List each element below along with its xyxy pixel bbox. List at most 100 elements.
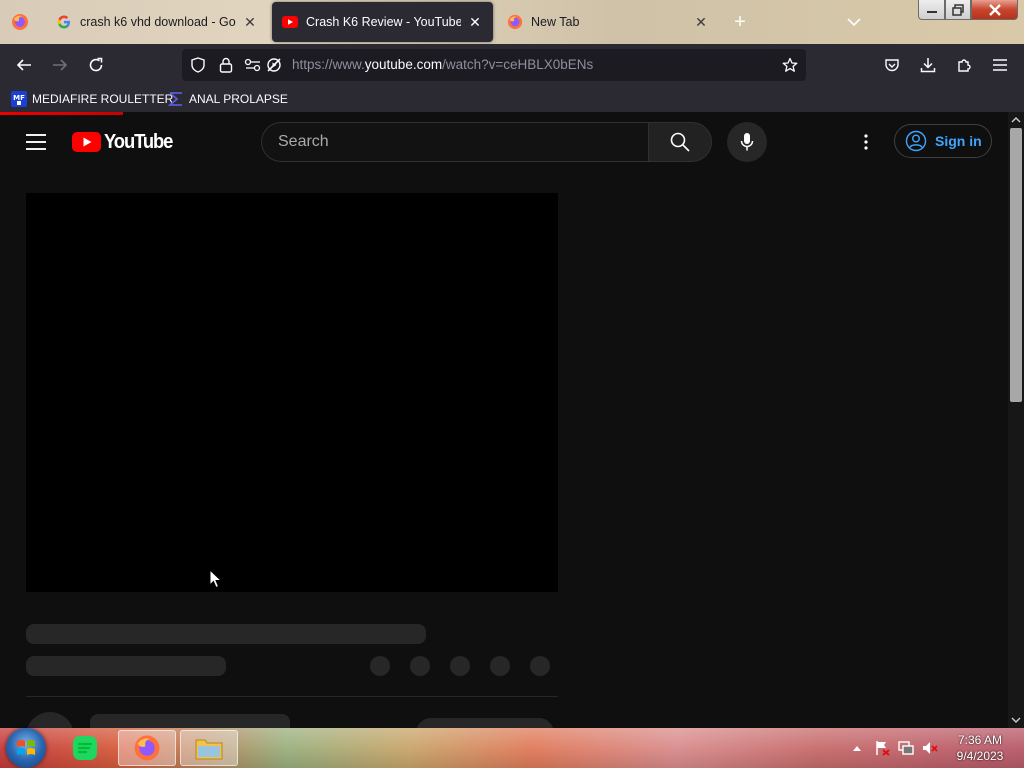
list-all-tabs-button[interactable] [842, 10, 866, 34]
bookmark-star-icon[interactable] [780, 55, 800, 75]
app-menu-button[interactable] [986, 51, 1014, 79]
youtube-page: YouTube Sign in [0, 116, 1008, 728]
url-text[interactable]: https://www.youtube.com/watch?v=ceHBLX0b… [292, 57, 593, 72]
title-placeholder [26, 624, 426, 644]
tab-youtube-video[interactable]: Crash K6 Review - YouTube ✕ [272, 2, 493, 42]
scroll-down-button[interactable] [1008, 712, 1024, 728]
search-button[interactable] [648, 122, 712, 162]
window-close-button[interactable] [971, 0, 1018, 20]
subscribe-placeholder [416, 718, 554, 728]
google-g-icon [56, 14, 72, 30]
hamburger-menu-icon [993, 59, 1007, 71]
bookmark-label: ANAL PROLAPSE [189, 92, 288, 106]
minimize-icon [926, 10, 937, 13]
reload-icon [89, 57, 103, 72]
mouse-pointer-icon [209, 569, 223, 589]
firefox-view-button[interactable] [6, 8, 34, 36]
scrollbar-thumb[interactable] [1010, 128, 1022, 402]
network-icon [898, 741, 914, 755]
menu-line [26, 148, 46, 150]
firefox-icon [12, 14, 28, 30]
taskbar-spotify[interactable] [56, 730, 114, 766]
settings-more-button[interactable] [854, 130, 878, 154]
svg-text:MF: MF [13, 94, 25, 102]
action-placeholder [450, 656, 470, 676]
scroll-up-button[interactable] [1008, 112, 1024, 128]
tab-label: Crash K6 Review - YouTube [306, 15, 461, 29]
sigma-icon [168, 91, 184, 107]
tab-strip: crash k6 vhd download - Google Search ✕ … [0, 0, 1024, 44]
address-bar[interactable]: https://www.youtube.com/watch?v=ceHBLX0b… [182, 49, 806, 81]
window-restore-button[interactable] [945, 0, 971, 20]
navigation-toolbar: https://www.youtube.com/watch?v=ceHBLX0b… [0, 44, 1024, 86]
reload-button[interactable] [82, 51, 110, 79]
youtube-logo[interactable]: YouTube [72, 131, 178, 153]
voice-search-button[interactable] [727, 122, 767, 162]
restore-icon [952, 3, 964, 16]
page-load-progress-fill [0, 112, 123, 115]
mediafire-icon: MF [11, 91, 27, 107]
sign-in-button[interactable]: Sign in [894, 124, 992, 158]
network-tray[interactable] [896, 728, 916, 768]
download-icon [920, 58, 936, 73]
account-circle-icon [905, 130, 927, 152]
avatar-placeholder [26, 712, 74, 728]
bookmark-label: MEDIAFIRE ROULETTER [32, 92, 174, 106]
search-box[interactable] [261, 122, 648, 162]
forward-button[interactable] [46, 51, 74, 79]
downloads-button[interactable] [914, 51, 942, 79]
divider [26, 696, 558, 697]
guide-menu-button[interactable] [24, 130, 48, 154]
back-button[interactable] [10, 51, 38, 79]
window-minimize-button[interactable] [918, 0, 945, 20]
close-tab-icon[interactable]: ✕ [693, 14, 709, 30]
bookmark-anal-prolapse[interactable]: ANAL PROLAPSE [168, 89, 288, 109]
system-clock[interactable]: 7:36 AM 9/4/2023 [948, 732, 1012, 764]
action-placeholder [410, 656, 430, 676]
video-player[interactable] [26, 193, 558, 592]
bookmark-mediafire-rouletter[interactable]: MF MEDIAFIRE ROULETTER [11, 89, 173, 109]
flag-alert-icon [876, 741, 890, 756]
search-icon [670, 132, 690, 152]
volume-muted-icon [923, 742, 938, 754]
chevron-down-icon [847, 18, 861, 27]
clock-date: 9/4/2023 [956, 749, 1004, 763]
search-input[interactable] [278, 131, 618, 153]
youtube-icon [282, 14, 298, 30]
tab-label: New Tab [531, 15, 580, 29]
lock-icon[interactable] [216, 55, 236, 75]
pocket-icon [885, 59, 899, 72]
firefox-icon [134, 735, 160, 761]
extensions-button[interactable] [950, 51, 978, 79]
start-button[interactable] [6, 728, 46, 768]
tab-google-search[interactable]: crash k6 vhd download - Google Search ✕ [46, 2, 268, 42]
volume-tray[interactable] [920, 728, 940, 768]
chevron-up-icon [1011, 117, 1021, 123]
tab-new-tab[interactable]: New Tab ✕ [497, 2, 719, 42]
taskbar-firefox[interactable] [118, 730, 176, 766]
page-scrollbar[interactable] [1008, 112, 1024, 728]
windows-logo-icon [17, 740, 35, 755]
youtube-play-logo-icon [72, 132, 101, 152]
show-hidden-icons-button[interactable] [850, 728, 864, 768]
caret-up-icon [853, 746, 861, 751]
action-placeholder [370, 656, 390, 676]
close-tab-icon[interactable]: ✕ [467, 14, 483, 30]
close-tab-icon[interactable]: ✕ [242, 14, 258, 30]
menu-line [26, 141, 46, 143]
action-placeholder [490, 656, 510, 676]
pocket-button[interactable] [878, 51, 906, 79]
shield-icon[interactable] [188, 55, 208, 75]
taskbar-file-explorer[interactable] [180, 730, 238, 766]
owner-placeholder [90, 714, 290, 728]
menu-line [26, 134, 46, 136]
autoplay-blocked-icon[interactable] [264, 55, 284, 75]
action-center-tray[interactable] [872, 728, 892, 768]
windows-taskbar: 7:36 AM 9/4/2023 [0, 728, 1024, 768]
url-path: /watch?v=ceHBLX0bENs [442, 57, 594, 72]
new-tab-button[interactable]: + [728, 10, 752, 34]
bookmarks-toolbar: MF MEDIAFIRE ROULETTER ANAL PROLAPSE [0, 86, 1024, 112]
permissions-icon[interactable] [243, 55, 263, 75]
action-placeholder [530, 656, 550, 676]
more-vertical-icon [864, 134, 868, 150]
